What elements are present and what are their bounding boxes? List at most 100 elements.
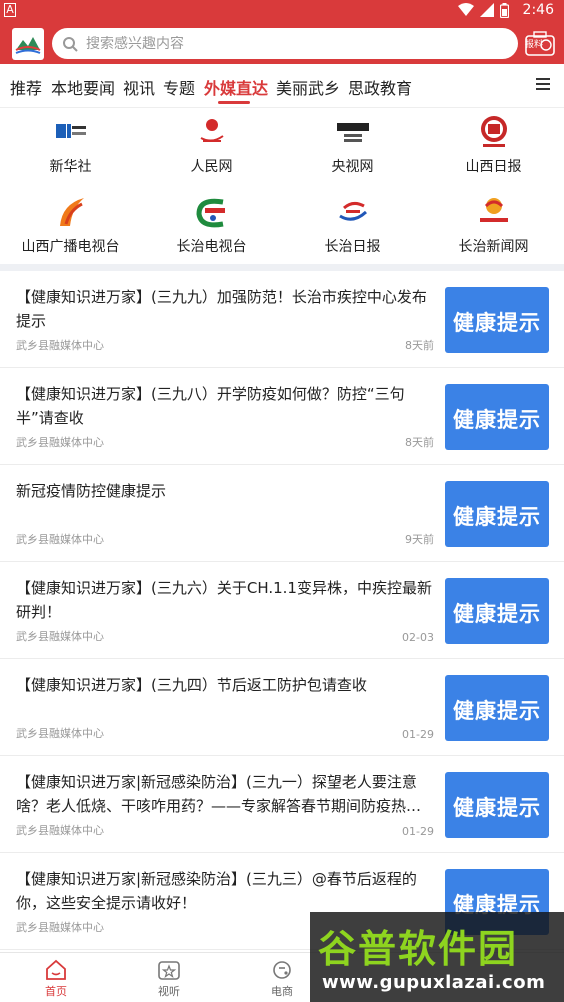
- news-time: 01-29: [402, 728, 434, 741]
- news-item[interactable]: 【健康知识进万家|新冠感染防治】(三九一）探望老人要注意啥？老人低烧、干咳咋用药…: [0, 756, 564, 853]
- search-input[interactable]: [86, 35, 486, 52]
- news-source: 武乡县融媒体中心: [16, 533, 104, 546]
- shop-icon: [273, 961, 291, 979]
- menu-icon-line: [536, 83, 550, 85]
- watermark-url: www.gupuxlazai.com: [322, 972, 546, 993]
- thumbnail-text: 健康提示: [453, 311, 541, 335]
- header: 报料: [0, 24, 564, 64]
- news-source: 武乡县融媒体中心: [16, 824, 104, 837]
- thumbnail-text: 健康提示: [453, 408, 541, 432]
- media-item-xinhua[interactable]: 新华社: [0, 108, 141, 186]
- news-source: 武乡县融媒体中心: [16, 339, 104, 352]
- menu-icon-line: [536, 88, 550, 90]
- media-item-shanxi-tv[interactable]: 山西广播电视台: [0, 188, 141, 266]
- news-source: 武乡县融媒体中心: [16, 436, 104, 449]
- channel-menu-button[interactable]: [536, 78, 550, 90]
- status-indicator: A: [4, 3, 16, 17]
- search-bar[interactable]: [52, 28, 518, 59]
- search-icon: [63, 36, 78, 52]
- thumbnail-text: 健康提示: [453, 602, 541, 626]
- report-label: 报料: [525, 40, 544, 50]
- nav-label: 电商: [271, 985, 293, 998]
- people-logo-icon: [200, 119, 224, 142]
- nav-shop[interactable]: 电商: [247, 959, 317, 999]
- news-time: 9天前: [405, 533, 434, 546]
- site-watermark: 谷普软件园 www.gupuxlazai.com: [310, 912, 564, 1002]
- top-bar: A 2:46 报料: [0, 0, 564, 64]
- media-label: 人民网: [190, 159, 233, 175]
- wifi-icon: [457, 3, 474, 16]
- status-icons: 2:46: [457, 2, 554, 18]
- report-button[interactable]: 报料: [524, 31, 556, 57]
- news-title: 【健康知识进万家】(三九九）加强防范！长治市疾控中心发布提示: [16, 288, 427, 330]
- news-source: 武乡县融媒体中心: [16, 630, 104, 643]
- media-label: 长治电视台: [176, 239, 247, 255]
- news-thumbnail: 健康提示: [445, 287, 549, 353]
- news-thumbnail: 健康提示: [445, 384, 549, 450]
- video-star-icon: [158, 961, 180, 980]
- news-source: 武乡县融媒体中心: [16, 921, 104, 934]
- shanxi-tv-logo-icon: [60, 198, 84, 226]
- thumbnail-text: 健康提示: [453, 796, 541, 820]
- news-thumbnail: 健康提示: [445, 481, 549, 547]
- cctv-logo-icon: [337, 123, 369, 142]
- news-source: 武乡县融媒体中心: [16, 727, 104, 740]
- tab-external-media[interactable]: 外媒直达: [204, 75, 268, 99]
- media-grid: 新华社 人民网 央视网 山西日报 山西广播电视台 长治电视台 长治日报 长治新闻…: [0, 108, 564, 264]
- news-item[interactable]: 【健康知识进万家】(三九四）节后返工防护包请查收 武乡县融媒体中心 01-29 …: [0, 659, 564, 756]
- shanxi-daily-logo-icon: [481, 116, 507, 147]
- media-item-people[interactable]: 人民网: [141, 108, 282, 186]
- signal-icon: [479, 3, 494, 17]
- news-title: 【健康知识进万家】(三九八）开学防疫如何做？防控“三句半”请查收: [16, 385, 405, 427]
- channel-tabs: 推荐 本地要闻 视讯 专题 外媒直达 美丽武乡 思政教育: [0, 64, 564, 108]
- media-label: 新华社: [49, 159, 92, 175]
- section-divider: [0, 264, 564, 271]
- news-title: 新冠疫情防控健康提示: [16, 482, 167, 500]
- tab-recommend[interactable]: 推荐: [10, 75, 42, 99]
- menu-icon: [536, 78, 550, 80]
- nav-home[interactable]: 首页: [21, 959, 91, 999]
- news-title: 【健康知识进万家|新冠感染防治】(三九一）探望老人要注意啥？老人低烧、干咳咋用药…: [16, 773, 422, 815]
- media-label: 山西日报: [465, 159, 522, 175]
- tab-topics[interactable]: 专题: [163, 75, 195, 99]
- app-logo[interactable]: [12, 28, 44, 60]
- news-time: 8天前: [405, 339, 434, 352]
- news-item[interactable]: 新冠疫情防控健康提示 武乡县融媒体中心 9天前 健康提示: [0, 465, 564, 562]
- media-item-cctv[interactable]: 央视网: [282, 108, 423, 186]
- tab-beautiful-wuxiang[interactable]: 美丽武乡: [276, 75, 340, 99]
- news-item[interactable]: 【健康知识进万家】(三九八）开学防疫如何做？防控“三句半”请查收 武乡县融媒体中…: [0, 368, 564, 465]
- news-title: 【健康知识进万家|新冠感染防治】(三九三）@春节后返程的你，这些安全提示请收好！: [16, 870, 417, 912]
- media-item-changzhi-tv[interactable]: 长治电视台: [141, 188, 282, 266]
- news-item[interactable]: 【健康知识进万家】(三九六）关于CH.1.1变异株，中疾控最新研判！ 武乡县融媒…: [0, 562, 564, 659]
- changzhi-tv-logo-icon: [196, 198, 225, 228]
- xinhua-logo-icon: [56, 124, 86, 138]
- tab-ideology-education[interactable]: 思政教育: [348, 75, 412, 99]
- home-icon: [46, 959, 66, 980]
- news-time: 8天前: [405, 436, 434, 449]
- media-label: 央视网: [331, 159, 374, 175]
- news-item[interactable]: 【健康知识进万家】(三九九）加强防范！长治市疾控中心发布提示 武乡县融媒体中心 …: [0, 271, 564, 368]
- news-title: 【健康知识进万家】(三九六）关于CH.1.1变异株，中疾控最新研判！: [16, 579, 432, 621]
- news-thumbnail: 健康提示: [445, 772, 549, 838]
- status-time: 2:46: [522, 2, 554, 18]
- tab-video[interactable]: 视讯: [123, 75, 155, 99]
- media-label: 长治日报: [324, 239, 381, 255]
- media-item-changzhi-daily[interactable]: 长治日报: [282, 188, 423, 266]
- thumbnail-text: 健康提示: [453, 699, 541, 723]
- watermark-text: 谷普软件园: [318, 927, 519, 971]
- battery-icon: [499, 2, 509, 18]
- media-item-shanxi-daily[interactable]: 山西日报: [423, 108, 564, 186]
- media-label: 山西广播电视台: [21, 239, 120, 255]
- news-thumbnail: 健康提示: [445, 675, 549, 741]
- media-label: 长治新闻网: [458, 239, 529, 255]
- news-time: 02-03: [402, 631, 434, 644]
- nav-label: 首页: [45, 985, 67, 998]
- thumbnail-text: 健康提示: [453, 505, 541, 529]
- active-tab-indicator: [218, 101, 250, 104]
- media-item-changzhi-news[interactable]: 长治新闻网: [423, 188, 564, 266]
- news-title: 【健康知识进万家】(三九四）节后返工防护包请查收: [16, 676, 367, 694]
- nav-av[interactable]: 视听: [134, 959, 204, 999]
- mountain-logo-icon: [15, 37, 41, 54]
- tab-local-news[interactable]: 本地要闻: [51, 75, 115, 99]
- nav-label: 视听: [158, 985, 180, 998]
